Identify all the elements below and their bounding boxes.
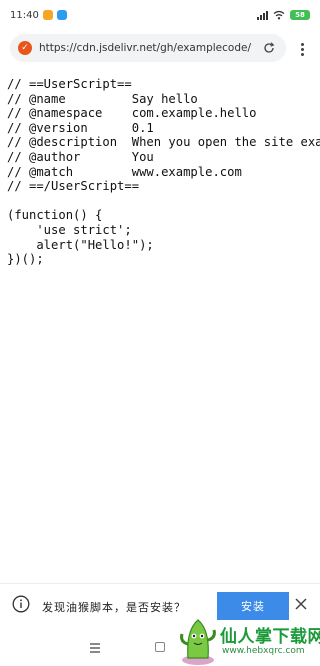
url-text[interactable]: https://cdn.jsdelivr.net/gh/examplecode/ bbox=[39, 42, 260, 54]
code-line: (function() { bbox=[7, 208, 103, 223]
code-line: // @name Say hello bbox=[7, 91, 198, 106]
code-line: // @namespace com.example.hello bbox=[7, 106, 257, 121]
battery-icon: 58 bbox=[290, 10, 310, 20]
wifi-icon bbox=[273, 10, 285, 20]
code-line: // @match www.example.com bbox=[7, 164, 242, 179]
code-line: // ==UserScript== bbox=[7, 77, 132, 91]
status-time: 11:40 bbox=[10, 9, 39, 21]
notification-app-icon bbox=[56, 10, 67, 20]
status-right: 58 bbox=[257, 10, 310, 20]
code-line: // @author You bbox=[7, 149, 154, 164]
cactus-logo-icon bbox=[180, 619, 216, 665]
notification-app-icon bbox=[42, 10, 53, 20]
status-left: 11:40 bbox=[10, 10, 67, 21]
home-icon[interactable] bbox=[155, 642, 165, 652]
code-line: // @version 0.1 bbox=[7, 120, 154, 135]
status-bar: 11:40 58 bbox=[0, 0, 320, 30]
address-bar[interactable]: ✓ https://cdn.jsdelivr.net/gh/examplecod… bbox=[10, 34, 286, 62]
recent-apps-icon[interactable] bbox=[90, 643, 100, 653]
code-line: alert("Hello!"); bbox=[7, 237, 154, 252]
code-line: // ==/UserScript== bbox=[7, 179, 140, 194]
code-line: })(); bbox=[7, 252, 44, 267]
code-line: // @description When you open the site e… bbox=[7, 135, 320, 150]
signal-icon bbox=[257, 10, 268, 20]
more-vert-icon[interactable] bbox=[290, 38, 314, 60]
reload-icon[interactable] bbox=[260, 39, 278, 57]
install-message: 发现油猴脚本，是否安装？ bbox=[42, 601, 186, 614]
code-line: 'use strict'; bbox=[7, 222, 132, 237]
watermark-url: www.hebxqrc.com bbox=[222, 646, 305, 656]
info-icon bbox=[12, 595, 30, 613]
watermark-title: 仙人掌下载网 bbox=[220, 627, 320, 647]
shield-icon[interactable]: ✓ bbox=[18, 41, 32, 55]
script-source: // ==UserScript==// @name Say hello// @n… bbox=[7, 77, 320, 277]
watermark: 仙人掌下载网 www.hebxqrc.com bbox=[176, 610, 320, 666]
